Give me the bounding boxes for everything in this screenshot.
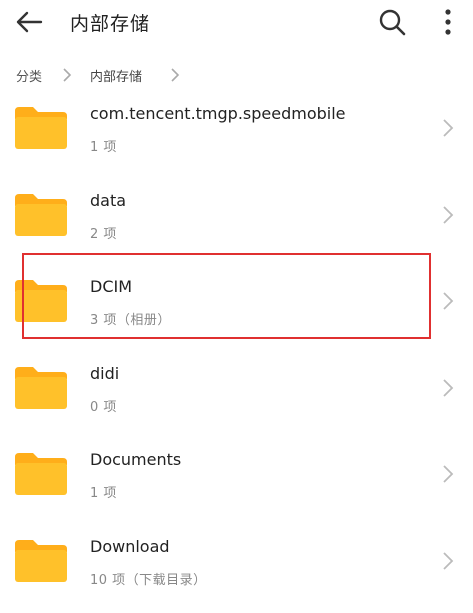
- chevron-right-icon: [441, 378, 455, 398]
- folder-meta: 1 项: [90, 482, 117, 501]
- search-icon[interactable]: [377, 7, 407, 37]
- folder-icon: [13, 365, 69, 411]
- breadcrumb-root[interactable]: 分类: [16, 66, 42, 85]
- top-app-bar: 内部存储: [0, 0, 473, 44]
- chevron-right-icon: [441, 551, 455, 571]
- breadcrumb-current[interactable]: 内部存储: [90, 66, 142, 85]
- list-item[interactable]: Download 10 项（下载目录）: [0, 527, 473, 613]
- list-item[interactable]: com.tencent.tmgp.speedmobile 1 项: [0, 94, 473, 181]
- folder-name: com.tencent.tmgp.speedmobile: [90, 104, 346, 123]
- chevron-right-icon: [441, 205, 455, 225]
- folder-meta: 2 项: [90, 223, 117, 242]
- chevron-right-icon: [441, 464, 455, 484]
- list-item[interactable]: data 2 项: [0, 181, 473, 268]
- page-title: 内部存储: [70, 9, 150, 36]
- breadcrumb: 分类 内部存储: [0, 60, 473, 90]
- folder-icon: [13, 105, 69, 151]
- back-arrow-icon[interactable]: [14, 8, 44, 36]
- chevron-right-icon: [441, 118, 455, 138]
- folder-list: com.tencent.tmgp.speedmobile 1 项 data 2 …: [0, 94, 473, 613]
- folder-icon: [13, 538, 69, 584]
- list-item[interactable]: DCIM 3 项（相册）: [0, 267, 473, 354]
- folder-icon: [13, 451, 69, 497]
- list-item[interactable]: didi 0 项: [0, 354, 473, 441]
- folder-meta: 3 项（相册）: [90, 309, 171, 328]
- chevron-right-icon: [62, 67, 72, 87]
- folder-meta: 1 项: [90, 136, 117, 155]
- list-item[interactable]: Documents 1 项: [0, 440, 473, 527]
- folder-meta: 0 项: [90, 396, 117, 415]
- folder-name: DCIM: [90, 277, 132, 296]
- more-vertical-icon[interactable]: [436, 6, 460, 38]
- folder-name: Download: [90, 537, 170, 556]
- folder-icon: [13, 278, 69, 324]
- folder-name: Documents: [90, 450, 181, 469]
- folder-name: didi: [90, 364, 119, 383]
- chevron-right-icon: [441, 291, 455, 311]
- chevron-right-icon: [170, 67, 180, 87]
- folder-icon: [13, 192, 69, 238]
- folder-name: data: [90, 191, 126, 210]
- folder-meta: 10 项（下载目录）: [90, 569, 207, 588]
